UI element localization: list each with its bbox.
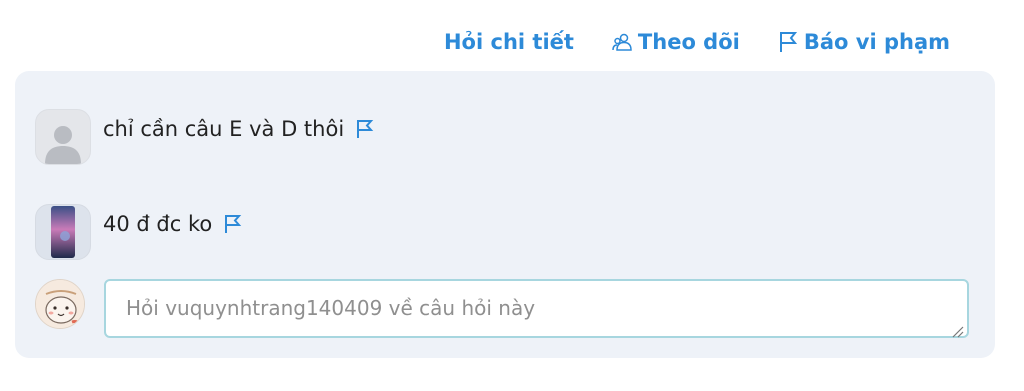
- comment-text: chỉ cần câu E và D thôi: [103, 117, 345, 141]
- follow-link[interactable]: Theo dõi: [612, 30, 740, 54]
- photo-avatar[interactable]: [35, 204, 91, 260]
- question-actions: Hỏi chi tiết Theo dõi Báo vi phạm: [444, 30, 950, 54]
- current-user-avatar: [35, 279, 85, 329]
- report-flag-icon: [778, 31, 798, 53]
- follow-icon: [612, 32, 632, 52]
- ask-detail-label: Hỏi chi tiết: [443, 30, 574, 54]
- comment-item: chỉ cần câu E và D thôi: [35, 109, 374, 165]
- ask-detail-link[interactable]: Hỏi chi tiết: [444, 30, 574, 54]
- follow-label: Theo dõi: [637, 30, 740, 54]
- comment-item: 40 đ đc ko: [35, 204, 242, 260]
- comments-panel: chỉ cần câu E và D thôi 40 đ đc ko: [15, 71, 995, 358]
- comment-report-flag-icon[interactable]: [356, 119, 374, 139]
- report-label: Báo vi phạm: [803, 30, 950, 54]
- report-link[interactable]: Báo vi phạm: [778, 30, 950, 54]
- comment-text: 40 đ đc ko: [103, 212, 213, 236]
- default-avatar[interactable]: [35, 109, 91, 165]
- ask-question-input[interactable]: [104, 279, 969, 338]
- comment-report-flag-icon[interactable]: [224, 214, 242, 234]
- resize-grip-icon[interactable]: [952, 323, 964, 342]
